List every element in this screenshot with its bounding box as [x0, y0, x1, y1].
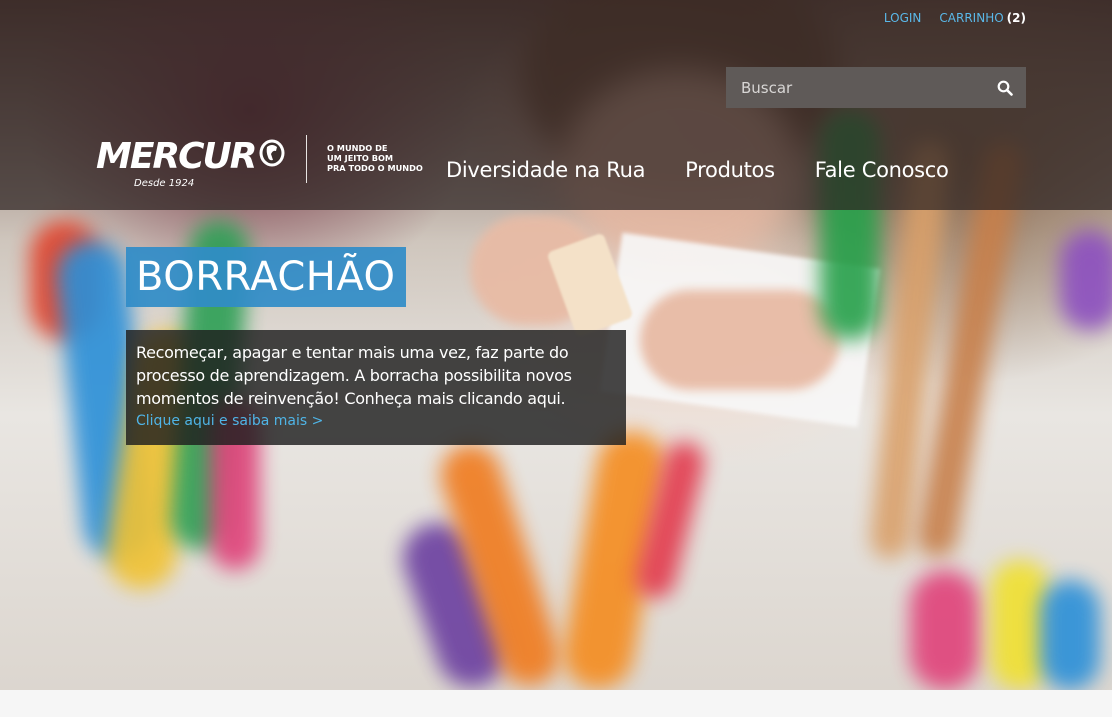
nav-item-produtos[interactable]: Produtos: [685, 158, 775, 182]
tagline-line: UM JEITO BOM: [327, 153, 394, 163]
tagline-line: PRA TODO O MUNDO: [327, 163, 423, 173]
banner-text: Recomeçar, apagar e tentar mais uma vez,…: [136, 343, 572, 408]
login-link[interactable]: LOGIN: [884, 11, 922, 25]
nav-item-diversidade-na-rua[interactable]: Diversidade na Rua: [446, 158, 645, 182]
hero-photo-marker: [1040, 580, 1100, 690]
search-bar: [726, 67, 1026, 108]
top-nav: LOGIN CARRINHO (2): [884, 11, 1026, 25]
mercur-emblem-icon: [259, 139, 285, 167]
page-bottom-strip: [0, 690, 1112, 717]
logo-wordmark: MERCUR: [96, 136, 258, 177]
brand-tagline: O MUNDO DE UM JEITO BOM PRA TODO O MUNDO: [327, 143, 423, 173]
hero-photo-marker: [910, 570, 980, 690]
main-nav: Diversidade na Rua Produtos Fale Conosco: [446, 158, 949, 182]
cart-label: CARRINHO: [939, 11, 1004, 25]
cart-link[interactable]: CARRINHO (2): [939, 11, 1026, 25]
cart-count: (2): [1006, 11, 1026, 25]
search-input[interactable]: [726, 67, 984, 108]
logo-since: Desde 1924: [134, 178, 195, 189]
search-button[interactable]: [984, 67, 1026, 108]
nav-item-fale-conosco[interactable]: Fale Conosco: [815, 158, 949, 182]
search-icon: [997, 80, 1013, 96]
learn-more-link[interactable]: Clique aqui e saiba mais >: [136, 413, 616, 429]
hero-photo-hand: [640, 290, 840, 390]
hero-photo-marker: [1060, 230, 1112, 330]
mercur-logo[interactable]: MERCUR Desde 1924: [96, 136, 288, 196]
tagline-line: O MUNDO DE: [327, 143, 388, 153]
logo-divider: [306, 135, 307, 183]
banner-description-box: Recomeçar, apagar e tentar mais uma vez,…: [126, 330, 626, 445]
banner-title: BORRACHÃO: [126, 247, 406, 307]
